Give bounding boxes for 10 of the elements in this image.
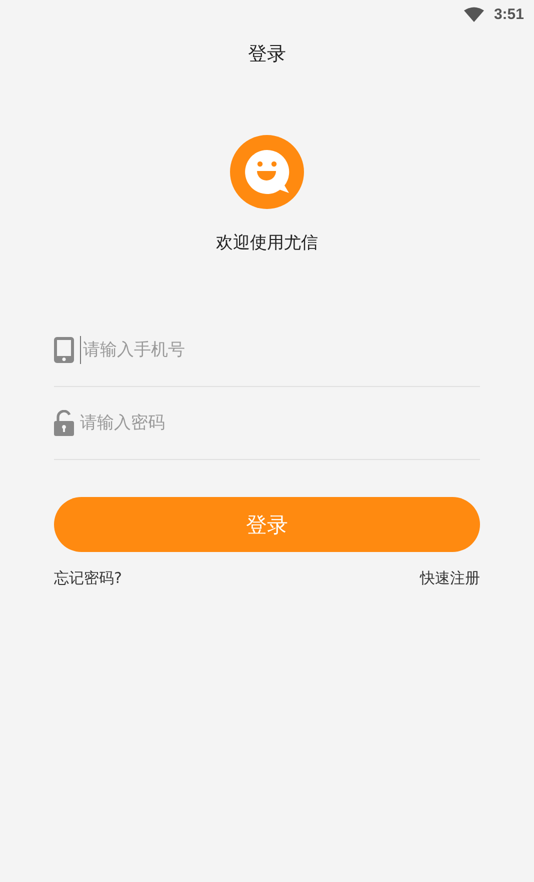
page-title: 登录	[247, 42, 287, 67]
phone-field[interactable]: 请输入手机号	[80, 336, 480, 364]
status-time: 3:51	[494, 6, 524, 22]
phone-icon	[54, 337, 74, 363]
padlock-icon	[54, 410, 74, 436]
password-field[interactable]: 请输入密码	[80, 409, 480, 437]
register-link[interactable]: 快速注册	[420, 569, 480, 588]
wifi-icon	[464, 6, 484, 22]
forgot-password-link[interactable]: 忘记密码?	[54, 569, 122, 588]
welcome-text: 欢迎使用尤信	[215, 232, 319, 254]
